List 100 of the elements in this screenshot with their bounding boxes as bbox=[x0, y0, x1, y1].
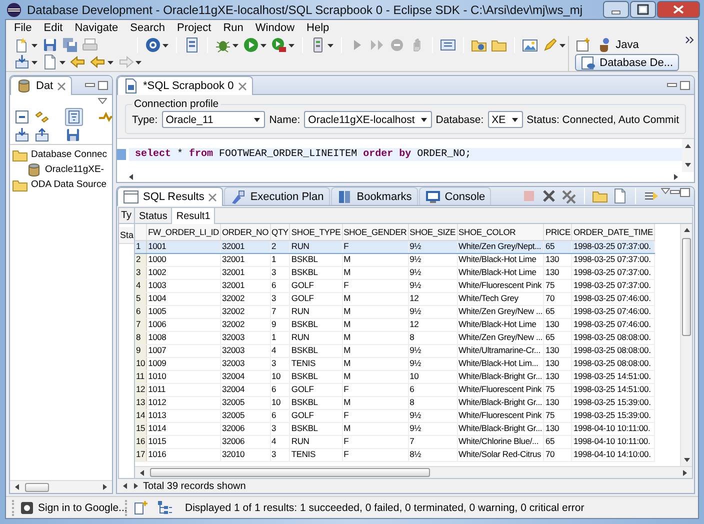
vertical-scrollbar[interactable] bbox=[680, 224, 692, 466]
left-arrow-icon[interactable] bbox=[121, 482, 129, 490]
page-icon[interactable] bbox=[612, 188, 628, 204]
new-view-icon[interactable] bbox=[133, 500, 149, 516]
minimize-icon[interactable] bbox=[667, 80, 677, 90]
tab[interactable]: Console bbox=[418, 187, 492, 205]
menu-item[interactable]: Search bbox=[124, 21, 171, 35]
table-row[interactable]: 10 1009 32003 3 TENIS M 9½ White/Black-Hot Lim... 130 1998-03-25 08:08:00. bbox=[135, 357, 654, 370]
table-row[interactable]: 7 1006 32002 9 BSKBL M 12 White/Black-Hot Lime 130 1998-03-25 07:46:00. bbox=[135, 318, 654, 331]
up-arrow-icon[interactable] bbox=[682, 226, 690, 234]
google-icon[interactable] bbox=[19, 500, 35, 516]
menu-item[interactable]: Navigate bbox=[68, 21, 124, 35]
left-arrow-icon[interactable] bbox=[13, 483, 21, 491]
perspective-button[interactable]: Java bbox=[590, 36, 645, 54]
table-row[interactable]: 16 1015 32006 4 RUN F 7 White/Chlorine Blue/... 65 1998-04-10 10:11:00. bbox=[135, 435, 654, 448]
menu-item[interactable]: Edit bbox=[38, 21, 69, 35]
table-row[interactable]: 14 1013 32005 6 GOLF F 9½ White/Fluorescent Pink 75 1998-03-25 15:39:00. bbox=[135, 409, 654, 422]
import-icon[interactable] bbox=[14, 54, 30, 70]
right-arrow-icon[interactable] bbox=[681, 468, 689, 476]
maximize-icon[interactable] bbox=[680, 188, 690, 197]
up-arrow-icon[interactable] bbox=[684, 142, 692, 150]
tab[interactable]: SQL Results bbox=[117, 187, 224, 206]
tab[interactable]: Dat bbox=[10, 76, 72, 95]
scroll-thumb[interactable] bbox=[150, 468, 430, 477]
right-arrow-icon[interactable] bbox=[672, 173, 680, 181]
book-icon bbox=[336, 188, 353, 204]
down-arrow-icon[interactable] bbox=[684, 161, 692, 169]
tree-item[interactable]: Oracle11gXE- bbox=[44, 164, 105, 175]
maximize-icon[interactable] bbox=[98, 80, 108, 90]
horizontal-scrollbar[interactable] bbox=[117, 172, 694, 182]
table-row[interactable]: 8 1008 32003 1 RUN M 8 White/Zen Grey/New ... 65 1998-03-25 08:08:00. bbox=[135, 331, 654, 344]
minimize-button[interactable] bbox=[603, 1, 629, 18]
close-button[interactable] bbox=[657, 1, 700, 18]
run-tools-icon[interactable] bbox=[270, 36, 287, 53]
menu-item[interactable]: Project bbox=[170, 21, 218, 35]
tab[interactable]: *SQL Scrapbook 0 bbox=[117, 76, 253, 95]
row-number: 9 bbox=[135, 344, 147, 357]
export-icon[interactable] bbox=[34, 127, 50, 143]
remove-icon[interactable] bbox=[541, 188, 557, 204]
close-icon[interactable] bbox=[238, 82, 247, 90]
tab[interactable]: Ty bbox=[119, 208, 134, 224]
collapse-all-icon[interactable] bbox=[14, 108, 30, 124]
tab[interactable]: Bookmarks bbox=[330, 187, 418, 205]
left-arrow-icon[interactable] bbox=[138, 468, 146, 476]
vertical-scrollbar[interactable] bbox=[682, 139, 694, 172]
tree-item[interactable]: Database Connec bbox=[30, 149, 108, 160]
view-menu-icon[interactable] bbox=[98, 98, 107, 104]
horizontal-scrollbar[interactable] bbox=[10, 480, 112, 493]
tree-item[interactable]: ODA Data Source bbox=[30, 179, 108, 190]
type-dropdown[interactable]: Oracle_11 bbox=[162, 111, 266, 128]
open-perspective-icon[interactable] bbox=[574, 37, 591, 53]
table-row[interactable]: 4 1003 32001 6 GOLF F 9½ White/Fluorescent Pink 75 1998-03-25 07:37:00. bbox=[135, 279, 654, 292]
link-icon[interactable] bbox=[34, 108, 50, 124]
table-row[interactable]: 2 1000 32001 1 BSKBL M 9½ White/Black-Hot Lime 130 1998-03-25 07:37:00. bbox=[135, 253, 654, 266]
table-row[interactable]: 3 1002 32001 3 BSKBL M 9½ White/Black-Hot Lime 130 1998-03-25 07:37:00. bbox=[135, 266, 654, 279]
remove-all-icon[interactable] bbox=[561, 188, 577, 204]
close-icon[interactable] bbox=[57, 82, 66, 90]
menu-item[interactable]: Window bbox=[249, 21, 301, 35]
perspective-button[interactable]: Database De... bbox=[574, 54, 679, 71]
horizontal-scrollbar[interactable] bbox=[135, 466, 692, 478]
tab[interactable]: Execution Plan bbox=[224, 187, 330, 205]
left-arrow-icon[interactable] bbox=[127, 173, 135, 181]
filter-icon[interactable] bbox=[66, 108, 82, 124]
picture-icon[interactable] bbox=[522, 36, 538, 53]
maximize-icon[interactable] bbox=[680, 80, 690, 90]
table-row[interactable]: 6 1005 32002 7 RUN M 9½ White/Zen Grey/New ... 65 1998-03-25 07:46:00. bbox=[135, 305, 654, 318]
run-icon[interactable] bbox=[242, 36, 259, 53]
menu-item[interactable]: Help bbox=[300, 21, 336, 35]
table-row[interactable]: 1 1001 32001 2 RUN F 9½ White/Zen Grey/Nept... 65 1998-03-25 07:37:00. bbox=[135, 240, 654, 253]
menu-item[interactable]: Run bbox=[217, 21, 250, 35]
table-cell: 65 bbox=[544, 435, 572, 448]
scroll-thumb[interactable] bbox=[25, 482, 49, 492]
table-row[interactable]: 5 1004 32002 3 GOLF M 12 White/Tech Grey 70 1998-03-25 07:46:00. bbox=[135, 292, 654, 305]
globe-icon[interactable] bbox=[144, 36, 161, 53]
scroll-thumb[interactable] bbox=[682, 238, 691, 336]
sign-in-link[interactable]: Sign in to Google... bbox=[38, 502, 128, 514]
chevron-icon[interactable] bbox=[685, 36, 694, 44]
tab[interactable]: Result1 bbox=[172, 208, 216, 224]
maximize-button[interactable] bbox=[630, 1, 656, 18]
view-menu-icon[interactable] bbox=[661, 188, 670, 194]
table-row[interactable]: 13 1012 32005 10 BSKBL M 8 White/Black-Bright Gr... 130 1998-03-25 15:39:00. bbox=[135, 396, 654, 409]
print-icon[interactable] bbox=[82, 36, 98, 53]
menu-item[interactable]: File bbox=[8, 21, 38, 35]
down-arrow-icon[interactable] bbox=[682, 456, 690, 464]
database-dropdown[interactable]: XE bbox=[488, 111, 523, 128]
table-row[interactable]: 15 1014 32006 3 BSKBL M 9½ White/Black-Bright Gr... 130 1998-04-10 10:11:00. bbox=[135, 422, 654, 435]
table-cell: 1016 bbox=[146, 448, 220, 461]
right-arrow-icon[interactable] bbox=[101, 483, 109, 491]
minimize-icon[interactable] bbox=[85, 80, 95, 90]
name-dropdown[interactable]: Oracle11gXE-localhost bbox=[304, 111, 432, 128]
table-row[interactable]: 12 1011 32004 6 GOLF F 6 White/Fluorescent Pink 75 1998-03-25 14:51:00. bbox=[135, 383, 654, 396]
minimize-icon[interactable] bbox=[670, 188, 680, 197]
import-icon[interactable] bbox=[14, 127, 30, 143]
close-icon[interactable] bbox=[208, 192, 218, 202]
table-cell: 1998-03-25 07:46:00. bbox=[572, 292, 654, 305]
table-row[interactable]: 17 1016 32010 3 TENIS F 8½ White/Solar Red-Citrus 70 1998-04-10 14:10:00. bbox=[135, 448, 654, 461]
table-row[interactable]: 11 1010 32004 10 BSKBL M 10 White/Black-Bright Gr... 130 1998-03-25 14:51:00. bbox=[135, 370, 654, 383]
tree-icon[interactable] bbox=[157, 500, 173, 516]
right-arrow-icon[interactable] bbox=[132, 482, 140, 490]
table-row[interactable]: 9 1007 32003 4 BSKBL M 9½ White/Ultramarine-Cr... 130 1998-03-25 08:08:00. bbox=[135, 344, 654, 357]
